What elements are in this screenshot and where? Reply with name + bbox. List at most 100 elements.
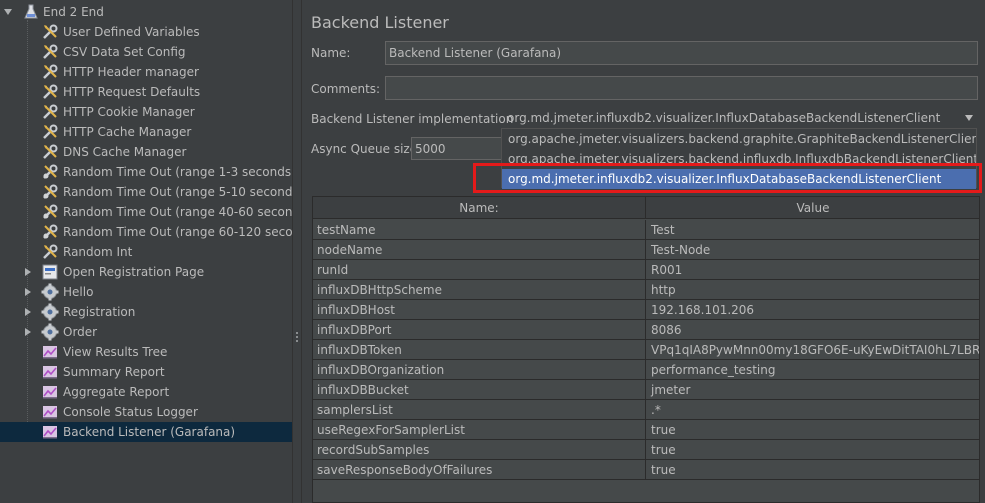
param-name-cell[interactable]: samplersList xyxy=(313,400,646,419)
tree-item-label: Order xyxy=(63,325,98,339)
table-row[interactable]: influxDBHttpScheme http xyxy=(313,280,979,300)
table-row[interactable]: influxDBOrganization performance_testing xyxy=(313,360,979,380)
tree-item[interactable]: DNS Cache Manager xyxy=(0,142,292,162)
tree-item-label: View Results Tree xyxy=(63,345,168,359)
tree-item[interactable]: View Results Tree xyxy=(0,342,292,362)
tree-item-label: Backend Listener (Garafana) xyxy=(63,425,236,439)
table-row[interactable]: influxDBBucket jmeter xyxy=(313,380,979,400)
tree-item[interactable]: HTTP Cookie Manager xyxy=(0,102,292,122)
chevron-down-icon[interactable] xyxy=(3,7,13,17)
chevron-down-icon[interactable] xyxy=(965,115,973,121)
chevron-right-icon[interactable] xyxy=(23,287,33,297)
splitter-grip-icon[interactable] xyxy=(296,332,299,344)
name-field-value: Backend Listener (Garafana) xyxy=(389,46,562,60)
chevron-right-icon[interactable] xyxy=(23,267,33,277)
tree-item[interactable]: HTTP Request Defaults xyxy=(0,82,292,102)
param-name-cell[interactable]: nodeName xyxy=(313,240,646,259)
tree-item-label: Registration xyxy=(63,305,136,319)
param-value-cell[interactable]: R001 xyxy=(647,260,979,279)
param-value-cell[interactable]: 8086 xyxy=(647,320,979,339)
param-name-cell[interactable]: runId xyxy=(313,260,646,279)
chevron-right-icon[interactable] xyxy=(23,307,33,317)
table-row[interactable]: influxDBPort 8086 xyxy=(313,320,979,340)
queue-size-field[interactable]: 5000 xyxy=(411,137,503,160)
test-plan-tree[interactable]: End 2 End User Defined Variables CSV Data … xyxy=(0,0,292,503)
tree-item-label: HTTP Cache Manager xyxy=(63,125,192,139)
tree-item-label: HTTP Cookie Manager xyxy=(63,105,195,119)
tree-item[interactable]: Hello xyxy=(0,282,292,302)
table-row[interactable]: influxDBHost 192.168.101.206 xyxy=(313,300,979,320)
table-row[interactable]: testName Test xyxy=(313,220,979,240)
table-header: Name: Value xyxy=(313,197,979,219)
tree-item[interactable]: Random Int xyxy=(0,242,292,262)
gear-icon xyxy=(41,323,59,341)
timer-icon xyxy=(41,203,59,221)
wrench-icon xyxy=(41,83,59,101)
listener-icon xyxy=(41,403,59,421)
wrench-icon xyxy=(41,43,59,61)
tree-item[interactable]: Backend Listener (Garafana) xyxy=(0,422,292,442)
tree-item[interactable]: Summary Report xyxy=(0,362,292,382)
param-name-cell[interactable]: influxDBToken xyxy=(313,340,646,359)
implementation-combo[interactable]: org.md.jmeter.influxdb2.visualizer.Influ… xyxy=(507,111,940,125)
comments-label: Comments: xyxy=(311,82,381,96)
tree-item[interactable]: Random Time Out (range 5-10 seconds) xyxy=(0,182,292,202)
param-value-cell[interactable]: 192.168.101.206 xyxy=(647,300,979,319)
column-header-value[interactable]: Value xyxy=(647,197,979,219)
tree-item-label: Random Time Out (range 40-60 seconds) xyxy=(63,205,292,219)
table-row[interactable]: samplersList .* xyxy=(313,400,979,420)
tree-item[interactable]: Aggregate Report xyxy=(0,382,292,402)
tree-item[interactable]: Random Time Out (range 60-120 seconds) xyxy=(0,222,292,242)
param-name-cell[interactable]: influxDBHost xyxy=(313,300,646,319)
param-name-cell[interactable]: influxDBOrganization xyxy=(313,360,646,379)
param-value-cell[interactable]: Test-Node xyxy=(647,240,979,259)
table-row[interactable]: saveResponseBodyOfFailures true xyxy=(313,460,979,480)
page-icon xyxy=(41,263,59,281)
dropdown-option-graphite[interactable]: org.apache.jmeter.visualizers.backend.gr… xyxy=(502,129,976,149)
timer-icon xyxy=(41,163,59,181)
comments-field[interactable] xyxy=(385,76,978,100)
tree-item[interactable]: HTTP Cache Manager xyxy=(0,122,292,142)
chevron-right-icon[interactable] xyxy=(23,327,33,337)
table-row[interactable]: runId R001 xyxy=(313,260,979,280)
column-header-name[interactable]: Name: xyxy=(313,197,646,219)
param-name-cell[interactable]: recordSubSamples xyxy=(313,440,646,459)
param-value-cell[interactable]: Test xyxy=(647,220,979,239)
param-value-cell[interactable]: true xyxy=(647,460,979,479)
param-value-cell[interactable]: jmeter xyxy=(647,380,979,399)
param-name-cell[interactable]: saveResponseBodyOfFailures xyxy=(313,460,646,479)
tree-item-label: HTTP Request Defaults xyxy=(63,85,201,99)
split-pane-divider[interactable] xyxy=(292,0,302,503)
param-name-cell[interactable]: useRegexForSamplerList xyxy=(313,420,646,439)
table-row[interactable]: influxDBToken VPq1qIA8PywMnn00my18GFO6E-u… xyxy=(313,340,979,360)
tree-item[interactable]: Console Status Logger xyxy=(0,402,292,422)
tree-item[interactable]: End 2 End xyxy=(0,2,292,22)
param-name-cell[interactable]: influxDBPort xyxy=(313,320,646,339)
tree-item[interactable]: CSV Data Set Config xyxy=(0,42,292,62)
tree-item[interactable]: User Defined Variables xyxy=(0,22,292,42)
param-value-cell[interactable]: VPq1qIA8PywMnn00my18GFO6E-uKyEwDitTAI0hL… xyxy=(647,340,979,359)
param-value-cell[interactable]: true xyxy=(647,440,979,459)
tree-item[interactable]: Registration xyxy=(0,302,292,322)
queue-size-value: 5000 xyxy=(415,141,446,156)
param-name-cell[interactable]: influxDBBucket xyxy=(313,380,646,399)
tree-item[interactable]: Random Time Out (range 40-60 seconds) xyxy=(0,202,292,222)
flask-icon xyxy=(22,3,40,21)
param-value-cell[interactable]: true xyxy=(647,420,979,439)
name-field[interactable]: Backend Listener (Garafana) xyxy=(385,41,978,65)
tree-item[interactable]: Order xyxy=(0,322,292,342)
tree-item[interactable]: Random Time Out (range 1-3 seconds) xyxy=(0,162,292,182)
param-value-cell[interactable]: .* xyxy=(647,400,979,419)
table-row[interactable]: recordSubSamples true xyxy=(313,440,979,460)
tree-item-label: Aggregate Report xyxy=(63,385,170,399)
tree-item[interactable]: HTTP Header manager xyxy=(0,62,292,82)
tree-item[interactable]: Open Registration Page xyxy=(0,262,292,282)
table-row[interactable]: nodeName Test-Node xyxy=(313,240,979,260)
param-name-cell[interactable]: testName xyxy=(313,220,646,239)
red-highlight-box xyxy=(473,163,982,193)
tree-item-label: Random Time Out (range 5-10 seconds) xyxy=(63,185,292,199)
param-value-cell[interactable]: performance_testing xyxy=(647,360,979,379)
param-value-cell[interactable]: http xyxy=(647,280,979,299)
table-row[interactable]: useRegexForSamplerList true xyxy=(313,420,979,440)
param-name-cell[interactable]: influxDBHttpScheme xyxy=(313,280,646,299)
